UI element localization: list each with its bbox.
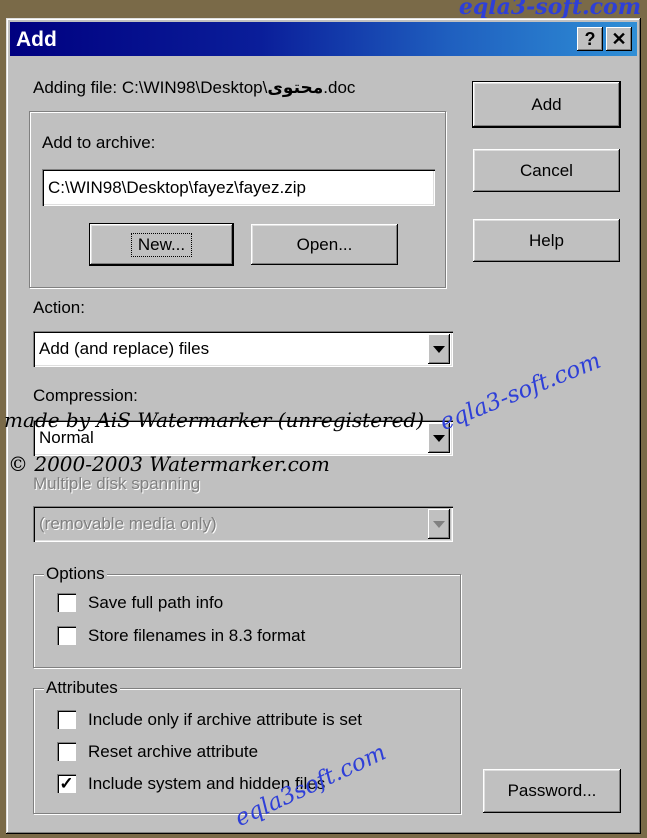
action-selected-value: Add (and replace) files xyxy=(39,339,210,358)
adding-file-prefix: Adding file: C:\WIN98\Desktop\ xyxy=(33,78,268,97)
options-title: Options xyxy=(44,564,107,584)
adding-file-label: Adding file: C:\WIN98\Desktop\محتوى.doc xyxy=(33,78,355,98)
action-select[interactable]: Add (and replace) files xyxy=(33,331,453,367)
archive-path-input[interactable]: C:\WIN98\Desktop\fayez\fayez.zip xyxy=(42,169,435,206)
archive-attr-label[interactable]: Include only if archive attribute is set xyxy=(88,710,362,730)
checkmark-icon: ✓ xyxy=(59,774,74,793)
compression-label: Compression: xyxy=(33,386,138,405)
watermark-made-by: made by AiS Watermarker (unregistered) xyxy=(4,408,425,432)
save-full-path-label[interactable]: Save full path info xyxy=(88,593,223,613)
help-button[interactable]: Help xyxy=(473,219,620,262)
watermark-top-right: eqla3-soft.com xyxy=(458,0,641,20)
system-hidden-checkbox[interactable]: ✓ xyxy=(57,774,76,793)
disk-spanning-value: (removable media only) xyxy=(39,514,217,533)
options-group xyxy=(33,574,461,668)
window-title: Add xyxy=(16,28,57,51)
open-button[interactable]: Open... xyxy=(251,224,398,265)
reset-archive-checkbox[interactable] xyxy=(57,742,76,761)
disk-spanning-select: (removable media only) xyxy=(33,506,453,542)
add-dialog: Add ? ✕ Adding file: C:\WIN98\Desktop\مح… xyxy=(4,18,641,834)
store-83-label[interactable]: Store filenames in 8.3 format xyxy=(88,626,305,646)
adding-file-suffix: .doc xyxy=(323,78,356,97)
watermark-copyright: © 2000-2003 Watermarker.com xyxy=(8,452,330,476)
chevron-down-icon xyxy=(433,434,445,442)
chevron-down-icon xyxy=(433,520,445,528)
save-full-path-checkbox[interactable] xyxy=(57,593,76,612)
action-label: Action: xyxy=(33,298,85,317)
disk-spanning-label: Multiple disk spanning xyxy=(33,474,201,493)
add-button[interactable]: Add xyxy=(472,81,621,128)
add-to-archive-label: Add to archive: xyxy=(42,133,156,152)
title-bar[interactable]: Add ? ✕ xyxy=(10,22,637,56)
chevron-down-icon xyxy=(433,345,445,353)
watermark-diagonal-middle: eqla3-soft.com xyxy=(436,347,605,436)
attributes-title: Attributes xyxy=(44,678,120,698)
action-dropdown-arrow[interactable] xyxy=(428,334,450,364)
disk-spanning-dropdown-arrow xyxy=(428,509,450,539)
archive-attr-checkbox[interactable] xyxy=(57,710,76,729)
new-button[interactable]: New... xyxy=(89,223,234,266)
reset-archive-label[interactable]: Reset archive attribute xyxy=(88,742,258,762)
help-question-icon[interactable]: ? xyxy=(577,27,603,51)
password-button[interactable]: Password... xyxy=(483,769,621,813)
cancel-button[interactable]: Cancel xyxy=(473,149,620,192)
close-icon[interactable]: ✕ xyxy=(606,27,632,51)
new-button-label: New... xyxy=(130,232,193,257)
store-83-checkbox[interactable] xyxy=(57,626,76,645)
adding-file-arabic-name: محتوى xyxy=(267,78,324,98)
